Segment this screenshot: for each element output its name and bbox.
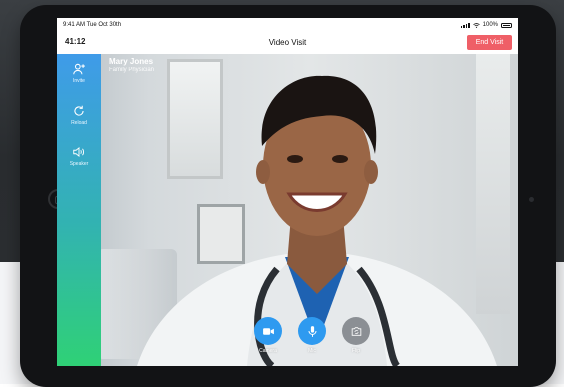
mic-label: Mic xyxy=(308,348,316,354)
end-visit-button[interactable]: End Visit xyxy=(467,35,512,50)
mic-control[interactable]: Mic xyxy=(298,317,326,354)
page-title: Video Visit xyxy=(268,38,307,47)
sidebar-item-invite[interactable]: Invite xyxy=(57,62,101,96)
video-feed: Invite Reload Speaker Mary Jones Family … xyxy=(57,54,518,366)
sidebar-item-speaker[interactable]: Speaker xyxy=(57,145,101,179)
sidebar-item-label: Speaker xyxy=(69,161,89,167)
flip-camera-icon xyxy=(351,326,361,336)
status-bar: 9:41 AM Tue Oct 30th 100% xyxy=(57,18,518,32)
signal-icon xyxy=(460,22,470,28)
call-controls: Camera Mic Flip xyxy=(254,317,372,361)
flip-control[interactable]: Flip xyxy=(342,317,370,354)
status-time: 9:41 AM xyxy=(63,22,86,28)
video-camera-icon xyxy=(262,327,274,335)
call-sidebar: Invite Reload Speaker xyxy=(57,54,101,366)
status-date: Tue Oct 30th xyxy=(86,22,122,28)
camera-label: Camera xyxy=(259,348,277,354)
microphone-icon xyxy=(307,325,317,337)
status-right: 100% xyxy=(460,22,512,28)
battery-percent: 100% xyxy=(482,22,498,28)
add-user-icon xyxy=(73,63,85,75)
sidebar-item-reload[interactable]: Reload xyxy=(57,104,101,138)
front-camera xyxy=(529,197,534,202)
flip-label: Flip xyxy=(351,348,361,354)
navigation-bar: 41:12 Video Visit End Visit xyxy=(57,32,518,55)
caller-role: Family Physician xyxy=(109,67,155,73)
battery-icon xyxy=(501,22,512,28)
reload-icon xyxy=(74,105,84,116)
caller-info: Mary Jones Family Physician xyxy=(109,57,154,73)
wifi-icon xyxy=(472,22,480,28)
flip-button[interactable] xyxy=(342,317,370,345)
sidebar-item-label: Invite xyxy=(73,78,85,84)
status-left: 9:41 AM Tue Oct 30th xyxy=(63,22,121,28)
camera-control[interactable]: Camera xyxy=(254,317,282,354)
camera-button[interactable] xyxy=(254,317,282,345)
tablet-screen: 9:41 AM Tue Oct 30th 100% 41:12 Video Vi… xyxy=(57,18,518,366)
mic-button[interactable] xyxy=(298,317,326,345)
speaker-icon xyxy=(73,146,85,158)
sidebar-item-label: Reload xyxy=(71,120,87,126)
caller-name: Mary Jones xyxy=(109,57,154,66)
